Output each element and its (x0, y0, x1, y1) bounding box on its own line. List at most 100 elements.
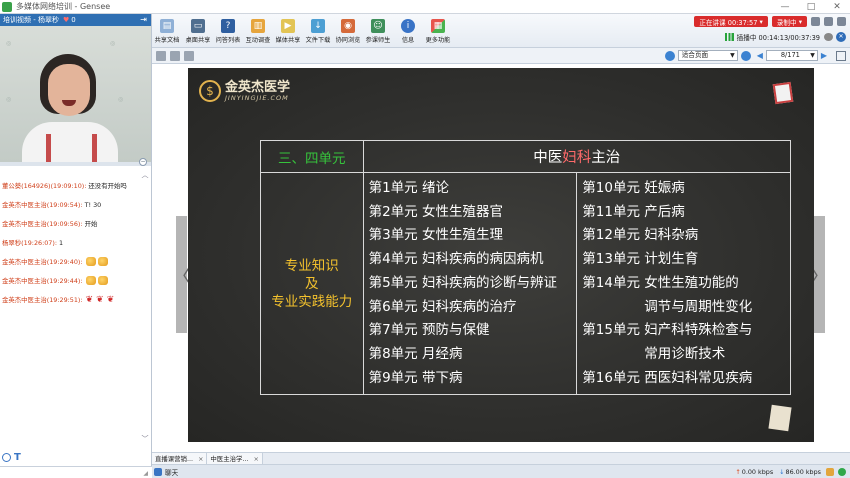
unit-item: 第16单元 西医妇科常见疾病 (582, 369, 753, 386)
pen-icon[interactable] (184, 51, 194, 61)
unit-header: 三、四单元 (260, 140, 364, 173)
mic-icon[interactable] (811, 17, 820, 26)
unit-item: 第6单元 妇科疾病的治疗 (368, 298, 517, 315)
scroll-down-icon[interactable]: ﹀ (141, 434, 149, 444)
chat-message: 金英杰中医主治 (19:29:51): ❦ ❦ ❦ (2, 290, 151, 309)
next-slide-button[interactable]: 〉 (810, 216, 830, 333)
resize-grip-icon[interactable]: ◢ (143, 470, 148, 477)
close-tab-icon[interactable]: × (198, 454, 203, 464)
info-button[interactable]: i 信息 (394, 16, 422, 48)
collapse-icon[interactable]: − (139, 158, 147, 166)
fullscreen-icon[interactable] (836, 50, 846, 61)
presenter-face (48, 64, 90, 116)
more-features-button[interactable]: ▦ 更多功能 (424, 16, 452, 48)
preview-icon[interactable] (824, 33, 833, 41)
share-desktop-button[interactable]: ▭ 桌面共享 (184, 16, 212, 48)
clap-emoji-icon (85, 257, 110, 266)
browse-icon: ◉ (341, 19, 355, 33)
tool-label: 参课师生 (365, 37, 391, 44)
brand-domain: JINYINGJIE.COM (225, 93, 289, 102)
next-page-icon[interactable]: ▶ (821, 51, 827, 60)
chat-toggle-button[interactable]: 聊天 (154, 467, 178, 477)
participants-button[interactable]: ☺ 参课师生 (364, 16, 392, 48)
tool-label: 桌面共享 (185, 37, 211, 44)
doc-tab[interactable]: 直播课营销... × (152, 453, 208, 464)
chat-time: (19:29:51) (46, 295, 81, 304)
minimize-button[interactable]: — (772, 0, 798, 14)
title-prefix: 中医 (533, 150, 563, 166)
layout-icon[interactable] (824, 17, 833, 26)
co-browse-button[interactable]: ◉ 协同浏览 (334, 16, 362, 48)
unit-item: 第15单元 妇产科特殊检查与 (582, 322, 753, 339)
settings-icon[interactable] (837, 17, 846, 26)
chat-input[interactable]: ◢ (0, 466, 152, 478)
category-line: 及 (305, 275, 319, 292)
desktop-icon: ▭ (191, 19, 205, 33)
page-icon[interactable] (170, 51, 180, 61)
seal-decoration (772, 81, 794, 105)
connection-status-icon (838, 468, 846, 476)
unit-item: 第11单元 产后病 (582, 203, 685, 220)
prev-page-icon[interactable]: ◀ (757, 51, 763, 60)
stop-insert-icon[interactable]: ✕ (836, 32, 846, 42)
unit-item: 第1单元 绪论 (368, 180, 449, 196)
close-tab-icon[interactable]: × (253, 454, 258, 464)
chat-time: (19:09:56) (46, 219, 81, 228)
emoji-picker-icon[interactable] (2, 452, 11, 462)
presenter-shirt (22, 122, 118, 162)
chat-time: (19:26:07) (21, 238, 55, 247)
maximize-button[interactable]: □ (798, 0, 824, 14)
video-feed: ◎ ◎ ◎ ◎ (0, 26, 151, 162)
chat-text: 1 (59, 238, 64, 247)
video-panel-title: 培训视频 - 杨翠秒 (3, 16, 59, 24)
file-download-button[interactable]: ↓ 文件下载 (304, 16, 332, 48)
speaking-timer-button[interactable]: 正在讲课 00:37:57 ▾ (694, 16, 768, 27)
doc-tab[interactable]: 中医主治学... × (207, 453, 263, 464)
tool-label: 共享文档 (154, 37, 180, 44)
unit-item-continued: 调节与周期性变化 (644, 298, 753, 315)
chat-scrollbar[interactable]: ︿ ﹀ (141, 170, 149, 444)
tool-label: 互动调查 (245, 37, 271, 44)
fit-mode-select[interactable]: 适合页面 ▼ (677, 50, 738, 61)
speaking-label: 正在讲课 00:37:57 (699, 18, 758, 27)
network-icon[interactable] (826, 468, 834, 476)
unit-item: 第3单元 女性生殖生理 (368, 227, 503, 244)
recording-button[interactable]: 录制中 ▾ (771, 16, 807, 27)
unit-item: 第14单元 女性生殖功能的 (582, 274, 739, 291)
unit-item: 第8单元 月经病 (368, 345, 463, 362)
signal-icon (724, 33, 734, 41)
doc-tab-label: 中医主治学... (210, 454, 249, 463)
recording-label: 录制中 (776, 18, 797, 27)
brand-name: 金英杰医学 (225, 79, 291, 95)
thumbnail-icon[interactable] (156, 51, 166, 61)
zoom-in-icon[interactable] (664, 50, 675, 61)
units-column-1: 第1单元 绪论 第2单元 女性生殖器官 第3单元 女性生殖生理 第4单元 妇科疾… (362, 171, 578, 396)
qa-list-button[interactable]: ? 问答列表 (214, 16, 242, 48)
units-column-2: 第10单元 妊娠病 第11单元 产后病 第12单元 妇科杂病 第13单元 计划生… (576, 171, 791, 396)
chat-sender-id: (164926) (21, 181, 51, 190)
tool-label: 更多功能 (425, 37, 451, 44)
tool-label: 文件下载 (305, 37, 331, 44)
zoom-out-icon[interactable] (740, 50, 751, 61)
clap-emoji-icon (85, 276, 110, 285)
share-docs-button[interactable]: ▤ 共享文档 (152, 16, 182, 48)
unit-item: 第4单元 妇科疾病的病因病机 (368, 251, 544, 268)
unit-item: 第7单元 预防与保健 (368, 322, 490, 339)
heart-icon[interactable]: ♥ (63, 16, 69, 24)
scroll-up-icon[interactable]: ︿ (141, 170, 149, 180)
survey-button[interactable]: ▥ 互动调查 (244, 16, 272, 48)
font-style-icon[interactable]: T (14, 452, 21, 463)
window-title: 多媒体网络培训 - Gensee (16, 2, 111, 11)
chat-label: 聊天 (165, 469, 179, 477)
chat-sender: 金英杰中医主治 (2, 201, 47, 209)
chat-list: 董公葵 (164926) (19:09:10): 还没有开始吗 金英杰中医主治 (19:… (0, 166, 151, 452)
page-select[interactable]: 8/171 ▼ (765, 50, 818, 61)
status-bar: 聊天 ↑ 0.00 kbps ↓ 86.00 kbps (152, 464, 850, 478)
unit-item-continued: 常用诊断技术 (644, 345, 726, 362)
media-share-button[interactable]: ▶ 媒体共享 (274, 16, 302, 48)
close-button[interactable]: ✕ (824, 0, 850, 14)
chat-message: 杨翠秒 (19:26:07):1 (2, 238, 64, 248)
window-titlebar: 多媒体网络培训 - Gensee — □ ✕ (0, 0, 850, 14)
prev-slide-button[interactable]: 〈 (172, 216, 192, 333)
pin-icon[interactable]: ⇥ (140, 15, 147, 24)
